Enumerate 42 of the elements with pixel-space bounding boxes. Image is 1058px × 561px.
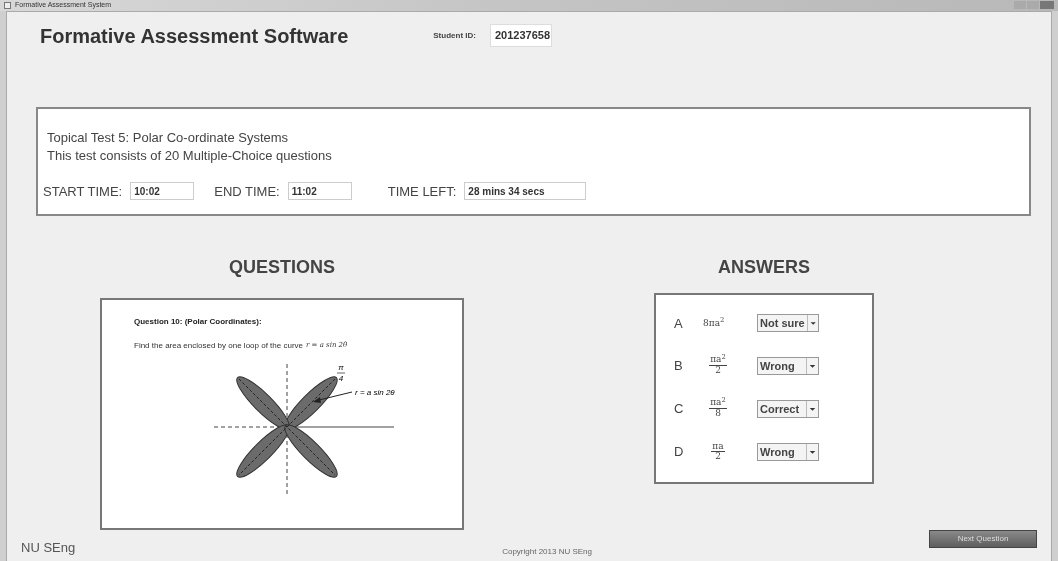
fraction-numerator: πa — [711, 441, 725, 453]
judgement-dropdown[interactable]: Wrong — [757, 442, 819, 461]
angle-numerator: π — [338, 362, 344, 372]
window-controls-icon[interactable] — [1014, 0, 1054, 11]
test-description: This test consists of 20 Multiple-Choice questions — [47, 146, 333, 165]
caret-icon — [806, 443, 818, 460]
student-id-label: Student ID: — [433, 29, 476, 42]
test-title: Topical Test 5: Polar Co-ordinate Systems — [47, 128, 290, 147]
arrow-icon — [313, 391, 353, 403]
copyright-text: Copyright 2013 NU SEng — [502, 545, 592, 558]
curve-label: r = a sin 2θ — [355, 387, 395, 397]
option-letter: C — [674, 400, 685, 419]
judgement-dropdown[interactable]: Not sure — [757, 314, 819, 333]
fraction-denominator: 2 — [715, 452, 721, 463]
judgement-dropdown[interactable]: Wrong — [757, 356, 819, 375]
fraction-denominator: 8 — [715, 409, 721, 420]
fraction-denominator: 2 — [715, 366, 721, 377]
fraction-numerator: πa$^{2}$ — [709, 355, 727, 367]
caret-icon — [806, 400, 818, 417]
option-letter: D — [674, 443, 685, 462]
option-letter: A — [674, 314, 684, 333]
brand-label: NU SEng — [21, 539, 76, 557]
app-title: Formative Assessment Software — [40, 23, 349, 49]
student-id-field[interactable]: 201237658 — [489, 24, 552, 47]
judgement-dropdown[interactable]: Correct — [757, 399, 819, 418]
app-icon — [4, 1, 11, 9]
time-field: 11:02 — [287, 182, 352, 201]
angle-denominator: 4 — [338, 373, 344, 383]
question-title: Question 10: (Polar Coordinates): — [134, 315, 263, 328]
time-field: 28 mins 34 secs — [464, 182, 587, 201]
time-label: END TIME: — [214, 182, 280, 201]
time-label: TIME LEFT: — [387, 182, 457, 201]
answers-heading: ANSWERS — [718, 255, 810, 279]
fraction-numerator: πa$^{2}$ — [709, 398, 727, 410]
questions-heading: QUESTIONS — [229, 255, 335, 279]
time-field: 10:02 — [130, 182, 195, 201]
caret-icon — [806, 357, 818, 374]
answer-expression: 8πa$^{2}$ — [703, 316, 726, 330]
option-letter: B — [674, 357, 684, 376]
time-label: START TIME: — [43, 182, 123, 201]
caret-icon — [806, 315, 818, 332]
next-question-button[interactable]: Next Question — [929, 529, 1037, 548]
